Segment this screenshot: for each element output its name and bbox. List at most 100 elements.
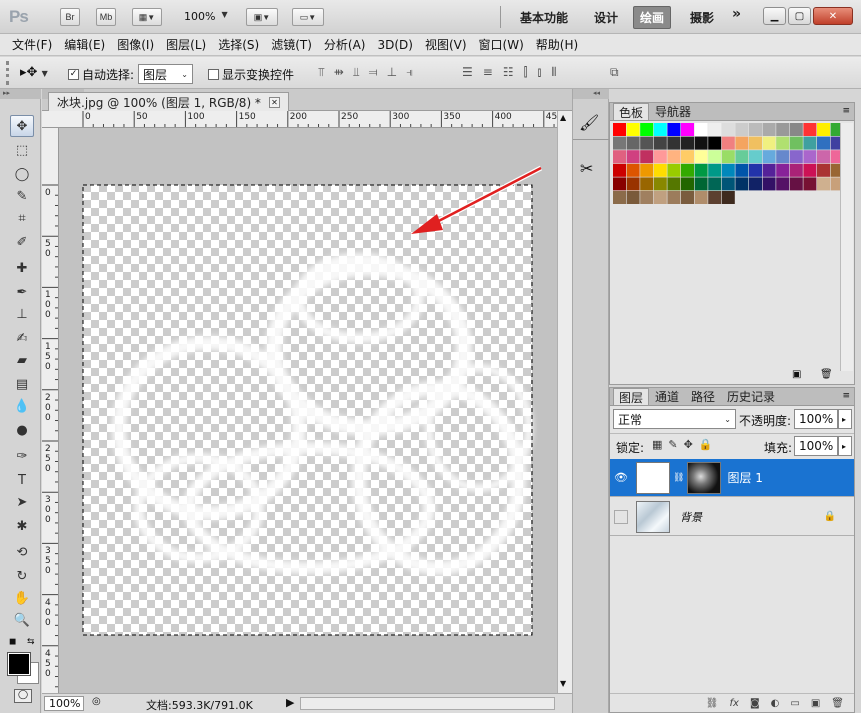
color-swatch[interactable] — [640, 150, 654, 164]
color-swatch[interactable] — [667, 136, 681, 150]
workspace-design[interactable]: 设计 — [594, 9, 618, 26]
expand-dock-icon[interactable]: ◂◂ — [573, 89, 609, 99]
link-icon[interactable]: ⛓ — [673, 473, 684, 483]
lock-all-icon[interactable]: 🔒 — [699, 438, 713, 451]
view-extras-button[interactable]: ▦ ▼ — [132, 8, 162, 26]
tab-swatches[interactable]: 色板 — [613, 103, 650, 120]
color-swatch[interactable] — [667, 177, 681, 191]
lock-transparency-icon[interactable]: ▦ — [652, 438, 662, 451]
color-swatch[interactable] — [613, 150, 626, 164]
new-group-icon[interactable]: ▭ — [790, 698, 799, 709]
color-swatch[interactable] — [694, 191, 708, 204]
menu-select[interactable]: 选择(S) — [212, 36, 265, 53]
auto-align-icon[interactable]: ⧉ — [610, 65, 619, 80]
maximize-button[interactable]: ▢ — [788, 7, 811, 25]
swatch-grid[interactable] — [612, 122, 844, 212]
color-swatch[interactable] — [653, 163, 667, 177]
color-swatch[interactable] — [762, 136, 776, 150]
workspace-essentials[interactable]: 基本功能 — [520, 9, 568, 26]
path-selection-tool[interactable]: ➤ — [10, 491, 34, 513]
minimize-button[interactable]: ▁ — [763, 7, 786, 25]
scroll-up-icon[interactable]: ▲ — [560, 113, 566, 122]
color-swatch[interactable] — [762, 163, 776, 177]
color-swatch[interactable] — [626, 123, 640, 136]
color-swatch[interactable] — [776, 123, 790, 136]
color-swatch[interactable] — [613, 123, 626, 136]
background-thumbnail[interactable] — [636, 500, 670, 533]
panel-menu-icon[interactable]: ≡ — [842, 391, 850, 401]
status-info-icon[interactable]: ◎ — [92, 696, 101, 707]
distribute-top-icon[interactable]: ☰ — [462, 65, 473, 80]
color-swatch[interactable] — [640, 123, 654, 136]
color-swatch[interactable] — [708, 177, 722, 191]
color-swatch[interactable] — [749, 136, 762, 150]
color-swatch[interactable] — [762, 177, 776, 191]
opacity-field[interactable]: 100% — [794, 409, 838, 429]
color-swatch[interactable] — [789, 150, 803, 164]
color-swatch[interactable] — [681, 136, 694, 150]
delete-swatch-icon[interactable]: 🗑 — [820, 369, 833, 380]
color-swatch[interactable] — [626, 191, 640, 204]
color-swatch[interactable] — [708, 136, 722, 150]
color-swatch[interactable] — [749, 163, 762, 177]
foreground-color-swatch[interactable] — [7, 652, 31, 676]
3d-orbit-tool[interactable]: ↻ — [10, 565, 34, 587]
link-layers-icon[interactable]: ⛓ — [706, 698, 719, 709]
color-swatch[interactable] — [721, 123, 735, 136]
color-swatch[interactable] — [735, 150, 749, 164]
show-transform-checkbox[interactable] — [208, 69, 219, 80]
tab-channels[interactable]: 通道 — [649, 388, 685, 405]
eyedropper-tool[interactable]: ✐ — [10, 231, 34, 253]
color-swatch[interactable] — [803, 136, 817, 150]
options-grip[interactable] — [6, 61, 9, 85]
bridge-button[interactable]: Br — [60, 8, 80, 26]
zoom-level-select[interactable]: 100% ▼ — [184, 10, 228, 23]
color-swatch[interactable] — [626, 150, 640, 164]
tab-paths[interactable]: 路径 — [685, 388, 721, 405]
color-swatch[interactable] — [803, 177, 817, 191]
layer-content-thumbnail[interactable] — [687, 461, 722, 494]
color-swatch[interactable] — [803, 163, 817, 177]
menu-file[interactable]: 文件(F) — [6, 36, 58, 53]
healing-brush-tool[interactable]: ✚ — [10, 257, 34, 279]
color-swatch[interactable] — [749, 123, 762, 136]
color-swatch[interactable] — [735, 163, 749, 177]
auto-select-target-select[interactable]: 图层 ⌄ — [138, 64, 193, 84]
color-swatch[interactable] — [613, 191, 626, 204]
color-swatch[interactable] — [817, 177, 830, 191]
color-swatch[interactable] — [653, 191, 667, 204]
color-swatch[interactable] — [653, 136, 667, 150]
menu-image[interactable]: 图像(I) — [111, 36, 160, 53]
color-swatch[interactable] — [776, 136, 790, 150]
history-brush-tool[interactable]: ✍ — [10, 327, 34, 349]
color-swatch[interactable] — [694, 177, 708, 191]
color-swatch[interactable] — [708, 191, 722, 204]
close-button[interactable]: ✕ — [813, 7, 853, 25]
mini-bridge-button[interactable]: Mb — [96, 8, 116, 26]
color-swatch[interactable] — [789, 177, 803, 191]
color-swatch[interactable] — [789, 123, 803, 136]
menu-analysis[interactable]: 分析(A) — [318, 36, 372, 53]
dodge-tool[interactable]: ● — [10, 419, 34, 441]
menu-view[interactable]: 视图(V) — [419, 36, 473, 53]
color-swatch[interactable] — [803, 150, 817, 164]
opacity-slider-arrow[interactable]: ▸ — [838, 409, 852, 429]
color-swatch[interactable] — [613, 163, 626, 177]
align-right-icon[interactable]: ⫣ — [406, 65, 413, 80]
color-swatch[interactable] — [708, 150, 722, 164]
show-transform-option[interactable]: 显示变换控件 — [208, 66, 294, 83]
close-tab-icon[interactable]: ✕ — [268, 97, 280, 108]
auto-select-checkbox[interactable]: ✓ — [68, 69, 79, 80]
workspace-photography[interactable]: 摄影 — [690, 9, 714, 26]
color-swatch[interactable] — [613, 136, 626, 150]
visibility-eye-icon[interactable]: 👁 — [610, 471, 632, 484]
distribute-vcenter-icon[interactable]: ≡ — [483, 65, 493, 80]
color-swatch[interactable] — [694, 163, 708, 177]
distribute-right-icon[interactable]: ⦀ — [551, 65, 556, 80]
tab-history[interactable]: 历史记录 — [721, 388, 781, 405]
canvas[interactable] — [59, 128, 557, 693]
color-swatch[interactable] — [817, 150, 830, 164]
new-layer-icon[interactable]: ▣ — [811, 698, 820, 709]
color-swatch[interactable] — [681, 191, 694, 204]
color-swatch[interactable] — [749, 150, 762, 164]
